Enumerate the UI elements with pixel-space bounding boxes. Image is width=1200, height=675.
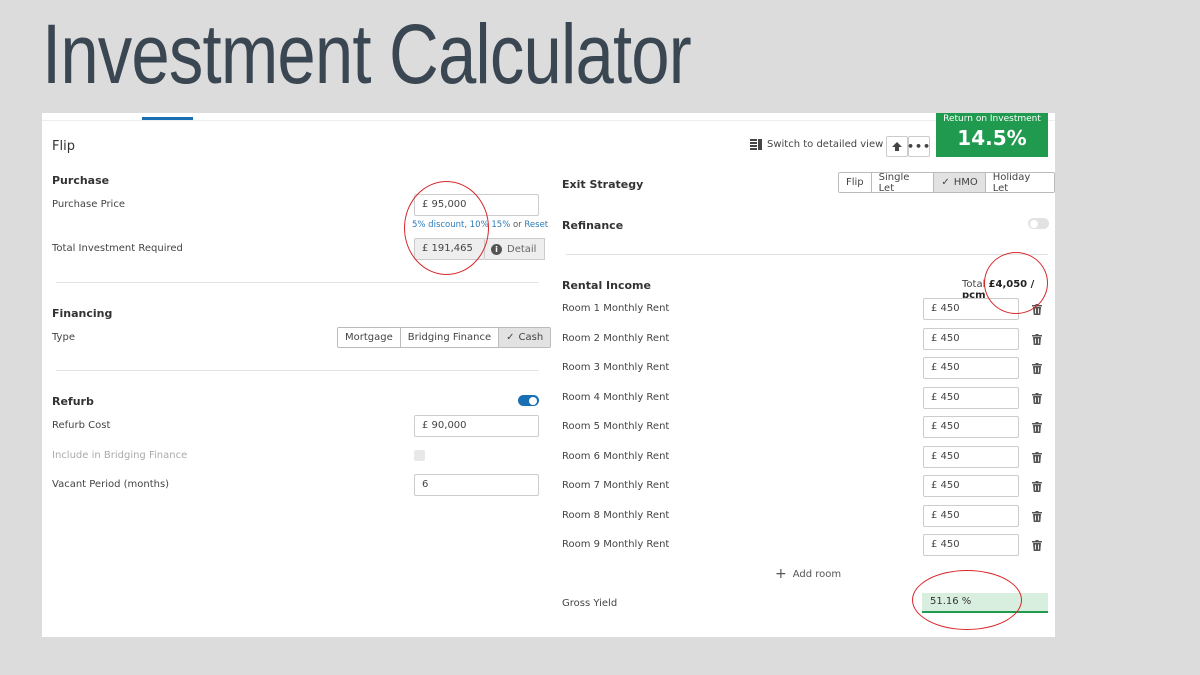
- trash-icon[interactable]: [1032, 451, 1042, 463]
- more-options-button[interactable]: •••: [906, 136, 932, 157]
- upload-icon: [892, 141, 902, 151]
- include-bridging-checkbox[interactable]: [414, 450, 425, 461]
- purchase-price-label: Purchase Price: [52, 199, 125, 210]
- refinance-heading: Refinance: [562, 219, 624, 232]
- refurb-toggle[interactable]: [518, 395, 539, 406]
- room-rent-label: Room 2 Monthly Rent: [562, 332, 670, 344]
- trash-icon[interactable]: [1032, 510, 1042, 522]
- annotation-circle: [404, 181, 489, 275]
- room-rent-input[interactable]: £ 450: [923, 504, 1019, 527]
- room-rent-input[interactable]: £ 450: [923, 416, 1019, 438]
- purchase-heading: Purchase: [52, 174, 110, 187]
- roi-label: Return on Investment: [943, 114, 1041, 124]
- room-rent-input[interactable]: £ 450: [923, 327, 1019, 350]
- detail-button[interactable]: i Detail: [485, 238, 546, 260]
- trash-icon[interactable]: [1032, 363, 1042, 374]
- room-rent-label: Room 9 Monthly Rent: [562, 539, 670, 550]
- exit-option-single-let[interactable]: Single Let: [870, 173, 934, 192]
- room-rent-label: Room 1 Monthly Rent: [562, 303, 670, 314]
- room-rent-label: Room 3 Monthly Rent: [562, 362, 670, 373]
- refurb-cost-input[interactable]: £ 90,000: [414, 415, 539, 437]
- top-divider: [42, 120, 1055, 121]
- financing-option-bridging[interactable]: Bridging Finance: [399, 328, 499, 347]
- rental-income-heading: Rental Income: [562, 279, 651, 292]
- switch-view-button[interactable]: Switch to detailed view: [750, 139, 883, 150]
- room-rent-input[interactable]: £ 450: [923, 386, 1019, 409]
- financing-heading: Financing: [52, 307, 113, 320]
- discount-15-link[interactable]: 15%: [491, 220, 510, 230]
- add-room-button[interactable]: + Add room: [775, 567, 841, 581]
- calculator-panel: Flip Switch to detailed view ••• Return …: [42, 113, 1055, 637]
- financing-option-cash-label: Cash: [518, 332, 544, 343]
- rental-total-prefix: Total: [962, 279, 986, 290]
- vacant-period-input[interactable]: 6: [414, 474, 539, 496]
- trash-icon[interactable]: [1032, 392, 1042, 404]
- room-rent-input[interactable]: £ 450: [923, 534, 1019, 556]
- room-rent-label: Room 8 Monthly Rent: [562, 509, 670, 521]
- section-divider: [56, 282, 539, 283]
- financing-option-mortgage[interactable]: Mortgage: [338, 328, 400, 347]
- section-divider: [566, 254, 1048, 255]
- roi-value: 14.5%: [957, 126, 1027, 150]
- annotation-circle: [912, 570, 1022, 630]
- strategy-title: Flip: [52, 139, 75, 154]
- exit-strategy-heading: Exit Strategy: [562, 178, 644, 191]
- or-text: or: [512, 220, 522, 230]
- detail-label: Detail: [507, 243, 537, 255]
- trash-icon[interactable]: [1032, 333, 1042, 345]
- check-icon: ✓: [506, 332, 515, 343]
- exit-strategy-selector: Flip Single Let ✓ HMO Holiday Let: [838, 172, 1055, 193]
- exit-option-flip[interactable]: Flip: [839, 173, 871, 192]
- exit-option-hmo[interactable]: ✓ HMO: [933, 173, 985, 192]
- room-rent-input[interactable]: £ 450: [923, 445, 1019, 468]
- room-rent-label: Room 5 Monthly Rent: [562, 421, 670, 432]
- plus-icon: +: [775, 566, 787, 582]
- room-rent-label: Room 6 Monthly Rent: [562, 450, 670, 462]
- check-icon: ✓: [941, 177, 950, 188]
- info-icon: i: [491, 243, 502, 255]
- columns-icon: [750, 139, 762, 150]
- total-investment-label: Total Investment Required: [52, 243, 183, 254]
- reset-link[interactable]: Reset: [524, 220, 548, 230]
- refurb-cost-label: Refurb Cost: [52, 420, 111, 431]
- annotation-circle: [984, 252, 1048, 314]
- financing-type-selector: Mortgage Bridging Finance ✓ Cash: [337, 327, 552, 348]
- trash-icon[interactable]: [1032, 422, 1042, 433]
- share-button[interactable]: [886, 136, 908, 157]
- refinance-toggle[interactable]: [1028, 218, 1049, 229]
- switch-view-label: Switch to detailed view: [767, 139, 884, 150]
- financing-type-label: Type: [52, 332, 75, 343]
- active-tab-indicator: [142, 117, 193, 120]
- include-bridging-label: Include in Bridging Finance: [52, 450, 188, 461]
- vacant-period-label: Vacant Period (months): [52, 479, 170, 490]
- room-rent-label: Room 7 Monthly Rent: [562, 480, 670, 491]
- add-room-label: Add room: [792, 568, 842, 580]
- exit-option-hmo-label: HMO: [953, 177, 978, 188]
- refurb-heading: Refurb: [52, 395, 94, 408]
- financing-option-cash[interactable]: ✓ Cash: [498, 328, 551, 347]
- room-rent-input[interactable]: £ 450: [923, 357, 1019, 379]
- section-divider: [56, 370, 539, 371]
- exit-option-holiday-let[interactable]: Holiday Let: [984, 173, 1054, 192]
- roi-badge: Return on Investment 14.5%: [936, 113, 1048, 157]
- gross-yield-label: Gross Yield: [562, 598, 618, 609]
- slide-title: Investment Calculator: [42, 7, 692, 101]
- room-rent-input[interactable]: £ 450: [923, 475, 1019, 497]
- room-rent-label: Room 4 Monthly Rent: [562, 391, 670, 403]
- trash-icon[interactable]: [1032, 540, 1042, 551]
- trash-icon[interactable]: [1032, 481, 1042, 492]
- ellipsis-icon: •••: [906, 140, 932, 153]
